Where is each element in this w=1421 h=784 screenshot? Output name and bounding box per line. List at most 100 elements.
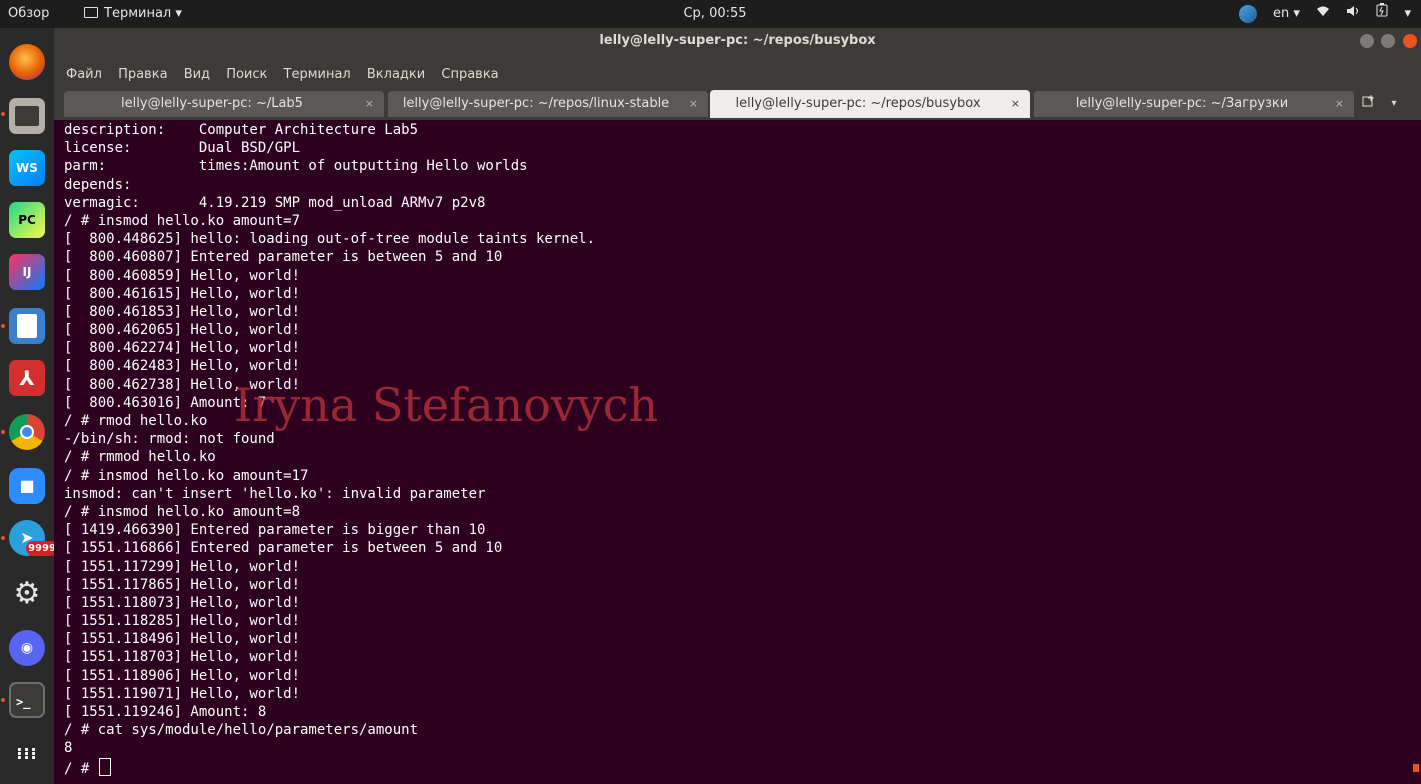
menu-terminal[interactable]: Терминал <box>284 64 351 88</box>
text-cursor <box>98 757 111 776</box>
menu-file[interactable]: Файл <box>66 64 102 88</box>
terminal-prompt-line[interactable]: / # <box>64 757 1414 777</box>
terminal-line: [ 1551.118073] Hello, world! <box>64 594 301 611</box>
language-indicator[interactable]: en ▾ <box>1273 6 1300 21</box>
tab-linux-stable[interactable]: lelly@lelly-super-pc: ~/repos/linux-stab… <box>388 91 708 117</box>
pycharm-icon[interactable]: PC <box>9 202 45 238</box>
watermark: Iryna Stefanovych <box>234 378 659 432</box>
firefox-icon[interactable] <box>9 44 45 80</box>
tab-label: lelly@lelly-super-pc: ~/Lab5 <box>121 96 303 111</box>
settings-icon[interactable]: ⚙ <box>9 576 45 612</box>
terminal-line: [ 1419.466390] Entered parameter is bigg… <box>64 522 486 539</box>
terminal-line: / # cat sys/module/hello/parameters/amou… <box>64 722 419 739</box>
running-indicator <box>1 536 5 540</box>
tab-lab5[interactable]: lelly@lelly-super-pc: ~/Lab5 × <box>64 91 384 117</box>
terminal-line: [ 1551.118285] Hello, world! <box>64 613 301 630</box>
chevron-down-icon: ▾ <box>1404 6 1411 21</box>
tab-close-button[interactable]: × <box>1335 91 1344 117</box>
terminal-line: [ 1551.118496] Hello, world! <box>64 631 301 648</box>
menu-edit[interactable]: Правка <box>118 64 167 88</box>
update-notifier-icon[interactable] <box>1238 4 1257 23</box>
clock[interactable]: Ср, 00:55 <box>675 0 755 28</box>
battery-icon <box>1376 3 1392 21</box>
tab-downloads[interactable]: lelly@lelly-super-pc: ~/Загрузки × <box>1034 91 1354 117</box>
menu-view[interactable]: Вид <box>184 64 210 88</box>
terminal-output[interactable]: description: Computer Architecture Lab5 l… <box>64 121 1414 781</box>
terminal-line: [ 800.462065] Hello, world! <box>64 322 301 339</box>
pdf-reader-icon[interactable]: ⅄ <box>9 360 45 396</box>
show-apps-icon[interactable]: ⁝⁝⁝ <box>9 742 45 778</box>
webstorm-icon[interactable]: WS <box>9 150 45 186</box>
window-titlebar[interactable]: lelly@lelly-super-pc: ~/repos/busybox <box>54 28 1421 64</box>
zoom-icon[interactable]: ■ <box>9 468 45 504</box>
terminal-line: [ 1551.118703] Hello, world! <box>64 649 301 666</box>
terminal-window: lelly@lelly-super-pc: ~/repos/busybox Фа… <box>54 28 1421 784</box>
terminal-app-icon <box>84 7 98 18</box>
scroll-indicator <box>1413 764 1419 772</box>
terminal-line: vermagic: 4.19.219 SMP mod_unload ARMv7 … <box>64 194 486 211</box>
terminal-line: depends: <box>64 176 132 193</box>
tab-close-button[interactable]: × <box>1011 90 1020 118</box>
running-indicator <box>1 324 5 328</box>
document-viewer-icon[interactable] <box>9 308 45 344</box>
terminal-line: [ 800.460807] Entered parameter is betwe… <box>64 249 503 266</box>
terminal-line: insmod: can't insert 'hello.ko': invalid… <box>64 485 486 502</box>
menu-search[interactable]: Поиск <box>226 64 267 88</box>
terminal-line: [ 1551.119246] Amount: 8 <box>64 704 267 720</box>
terminal-line: [ 1551.117299] Hello, world! <box>64 558 301 575</box>
terminal-line: -/bin/sh: rmod: not found <box>64 431 275 448</box>
terminal-line: / # rmmod hello.ko <box>64 449 216 466</box>
terminal-line: [ 800.461853] Hello, world! <box>64 303 301 320</box>
terminal-line: [ 800.462483] Hello, world! <box>64 358 301 375</box>
app-menu-label: Терминал ▾ <box>104 6 182 21</box>
terminal-line: [ 800.460859] Hello, world! <box>64 267 301 284</box>
new-tab-icon[interactable] <box>1358 93 1380 115</box>
tab-list-chevron-icon[interactable]: ▾ <box>1384 93 1404 115</box>
activities-button[interactable]: Обзор <box>8 0 49 28</box>
tab-label: lelly@lelly-super-pc: ~/repos/busybox <box>735 96 981 111</box>
terminal-line: [ 800.448625] hello: loading out-of-tree… <box>64 231 596 248</box>
terminal-line: / # insmod hello.ko amount=7 <box>64 212 301 229</box>
terminal-line: [ 800.461615] Hello, world! <box>64 285 301 302</box>
app-menu-button[interactable]: Терминал ▾ <box>84 0 182 28</box>
terminal-line: [ 1551.116866] Entered parameter is betw… <box>64 540 503 557</box>
tab-close-button[interactable]: × <box>365 91 374 117</box>
terminal-line: / # insmod hello.ko amount=17 <box>64 467 309 484</box>
menu-tabs[interactable]: Вкладки <box>367 64 425 88</box>
terminal-line: / # insmod hello.ko amount=8 <box>64 503 301 520</box>
terminal-line: [ 800.462274] Hello, world! <box>64 340 301 357</box>
terminal-line: [ 1551.118906] Hello, world! <box>64 667 301 684</box>
maximize-button[interactable] <box>1381 34 1396 48</box>
shell-prompt: / # <box>64 760 98 777</box>
running-indicator <box>1 430 5 434</box>
menu-help[interactable]: Справка <box>441 64 498 88</box>
tab-busybox[interactable]: lelly@lelly-super-pc: ~/repos/busybox × <box>710 90 1030 118</box>
tab-label: lelly@lelly-super-pc: ~/repos/linux-stab… <box>402 96 670 111</box>
tab-bar: lelly@lelly-super-pc: ~/Lab5 × lelly@lel… <box>54 88 1421 120</box>
terminal-line: 8 <box>64 740 73 757</box>
tab-close-button[interactable]: × <box>689 91 698 117</box>
terminal-line: license: Dual BSD/GPL <box>64 140 301 157</box>
tab-label: lelly@lelly-super-pc: ~/Загрузки <box>1075 96 1289 111</box>
terminal-line: parm: times:Amount of outputting Hello w… <box>64 158 528 175</box>
dock: WS PC IJ ⅄ ■ ➤ 9999 ⚙ ◉ >_ ⁝⁝⁝ <box>0 28 58 784</box>
wifi-icon <box>1316 6 1334 21</box>
intellij-icon[interactable]: IJ <box>9 254 45 290</box>
terminal-line: [ 1551.117865] Hello, world! <box>64 576 301 593</box>
running-indicator <box>1 112 5 116</box>
window-title: lelly@lelly-super-pc: ~/repos/busybox <box>599 33 876 48</box>
terminal-line: description: Computer Architecture Lab5 <box>64 122 419 138</box>
files-icon[interactable] <box>9 98 45 134</box>
system-status-area[interactable]: en ▾ ▾ <box>1227 0 1411 28</box>
top-panel: Обзор Терминал ▾ Ср, 00:55 en ▾ ▾ <box>0 0 1421 28</box>
close-button[interactable] <box>1403 34 1417 48</box>
volume-icon <box>1346 6 1364 21</box>
chrome-icon[interactable] <box>9 414 45 450</box>
minimize-button[interactable] <box>1359 34 1374 48</box>
discord-icon[interactable]: ◉ <box>9 630 45 666</box>
window-controls <box>1357 34 1417 60</box>
menu-bar: Файл Правка Вид Поиск Терминал Вкладки С… <box>54 64 1421 88</box>
terminal-icon[interactable]: >_ <box>9 682 45 718</box>
terminal-line: [ 1551.119071] Hello, world! <box>64 685 301 702</box>
running-indicator <box>1 698 5 702</box>
